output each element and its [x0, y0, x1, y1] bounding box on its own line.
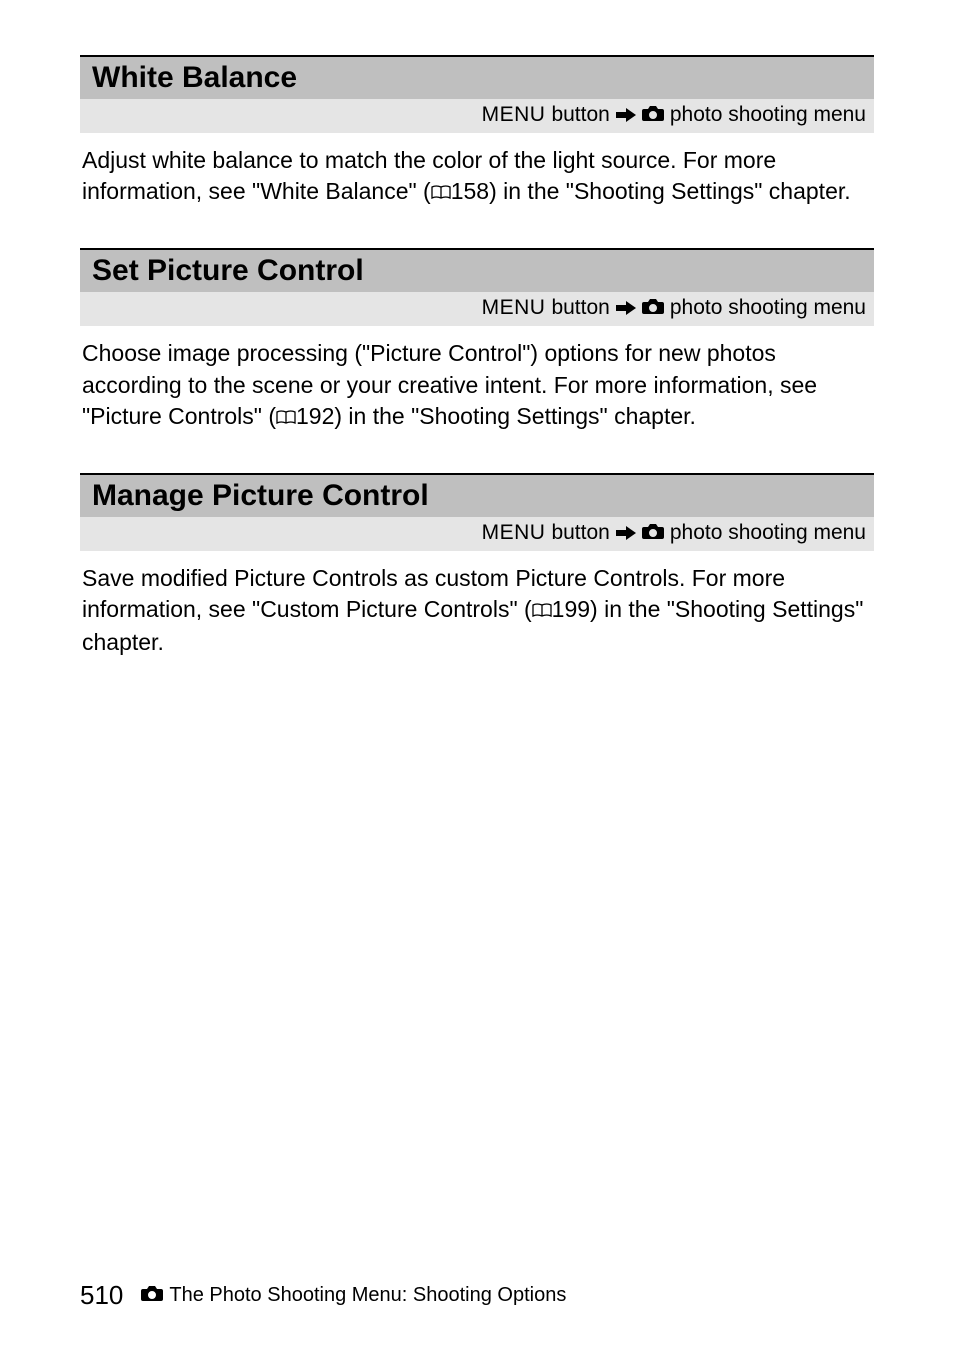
book-icon	[431, 177, 451, 208]
button-text: button	[551, 521, 609, 545]
section-title: Set Picture Control	[80, 250, 874, 292]
camera-icon	[642, 296, 664, 320]
page-number: 510	[80, 1280, 123, 1311]
arrow-icon	[616, 107, 636, 123]
menu-label: MENU	[482, 296, 546, 320]
arrow-icon	[616, 300, 636, 316]
button-text: button	[551, 296, 609, 320]
book-icon	[532, 595, 552, 626]
body-ref: 158) in the "Shooting Settings" chapter.	[451, 178, 851, 204]
section-title: White Balance	[80, 57, 874, 99]
body-ref: 192) in the "Shooting Settings" chapter.	[296, 403, 696, 429]
breadcrumb-target: photo shooting menu	[670, 103, 866, 127]
breadcrumb: MENU button photo shooting menu	[80, 292, 874, 326]
section-header: Set Picture Control MENU button photo sh…	[80, 248, 874, 326]
menu-label: MENU	[482, 521, 546, 545]
section-manage-picture-control: Manage Picture Control MENU button photo…	[80, 473, 874, 658]
breadcrumb: MENU button photo shooting menu	[80, 99, 874, 133]
section-header: White Balance MENU button photo shooting…	[80, 55, 874, 133]
menu-label: MENU	[482, 103, 546, 127]
footer-text: The Photo Shooting Menu: Shooting Option…	[141, 1284, 566, 1307]
camera-icon	[642, 103, 664, 127]
section-body: Adjust white balance to match the color …	[80, 133, 874, 208]
section-set-picture-control: Set Picture Control MENU button photo sh…	[80, 248, 874, 433]
section-white-balance: White Balance MENU button photo shooting…	[80, 55, 874, 208]
camera-icon	[141, 1284, 163, 1307]
section-body: Save modified Picture Controls as custom…	[80, 551, 874, 658]
footer-label: The Photo Shooting Menu: Shooting Option…	[169, 1284, 566, 1307]
book-icon	[276, 402, 296, 433]
button-text: button	[551, 103, 609, 127]
section-title: Manage Picture Control	[80, 475, 874, 517]
page-footer: 510 The Photo Shooting Menu: Shooting Op…	[80, 1280, 566, 1311]
section-body: Choose image processing ("Picture Contro…	[80, 326, 874, 433]
breadcrumb-target: photo shooting menu	[670, 296, 866, 320]
breadcrumb: MENU button photo shooting menu	[80, 517, 874, 551]
breadcrumb-target: photo shooting menu	[670, 521, 866, 545]
camera-icon	[642, 521, 664, 545]
arrow-icon	[616, 525, 636, 541]
section-header: Manage Picture Control MENU button photo…	[80, 473, 874, 551]
